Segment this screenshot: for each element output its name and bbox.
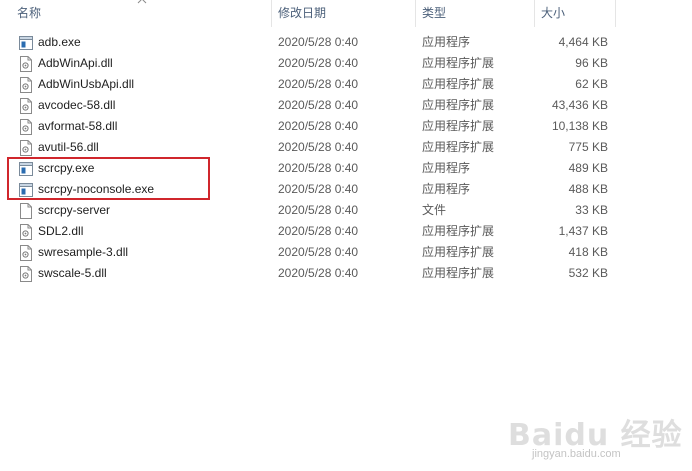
exe-icon: [19, 35, 33, 51]
file-type: 文件: [422, 203, 447, 217]
column-divider[interactable]: [415, 0, 416, 27]
file-type: 应用程序扩展: [422, 56, 495, 70]
file-date: 2020/5/28 0:40: [278, 182, 359, 196]
file-size: 43,436 KB: [551, 98, 608, 112]
file-size: 488 KB: [568, 182, 608, 196]
file-row[interactable]: avformat-58.dll 2020/5/28 0:40 应用程序扩展 10…: [0, 116, 692, 137]
file-size: 532 KB: [568, 266, 608, 280]
column-divider[interactable]: [534, 0, 535, 27]
file-date: 2020/5/28 0:40: [278, 245, 359, 259]
file-name: AdbWinUsbApi.dll: [38, 77, 135, 91]
file-size: 4,464 KB: [558, 35, 608, 49]
sort-ascending-icon[interactable]: [137, 0, 147, 5]
file-date: 2020/5/28 0:40: [278, 77, 359, 91]
file-row[interactable]: AdbWinApi.dll 2020/5/28 0:40 应用程序扩展 96 K…: [0, 53, 692, 74]
file-type: 应用程序: [422, 161, 471, 175]
file-date: 2020/5/28 0:40: [278, 35, 359, 49]
file-size: 33 KB: [575, 203, 608, 217]
file-date: 2020/5/28 0:40: [278, 266, 359, 280]
file-date: 2020/5/28 0:40: [278, 161, 359, 175]
file-row[interactable]: scrcpy-server 2020/5/28 0:40 文件 33 KB: [0, 200, 692, 221]
file-type: 应用程序扩展: [422, 98, 495, 112]
file-date: 2020/5/28 0:40: [278, 224, 359, 238]
file-type: 应用程序扩展: [422, 140, 495, 154]
file-type: 应用程序扩展: [422, 77, 495, 91]
file-size: 96 KB: [575, 56, 608, 70]
file-row[interactable]: AdbWinUsbApi.dll 2020/5/28 0:40 应用程序扩展 6…: [0, 74, 692, 95]
column-divider[interactable]: [271, 0, 272, 27]
file-row[interactable]: swresample-3.dll 2020/5/28 0:40 应用程序扩展 4…: [0, 242, 692, 263]
column-divider[interactable]: [615, 0, 616, 27]
column-header-size[interactable]: 大小: [541, 0, 565, 27]
file-size: 775 KB: [568, 140, 608, 154]
file-name: SDL2.dll: [38, 224, 84, 238]
file-size: 489 KB: [568, 161, 608, 175]
baidu-jingyan-watermark: Baidu 经验 jingyan.baidu.com: [508, 408, 688, 464]
file-type: 应用程序扩展: [422, 119, 495, 133]
dll-icon: [19, 77, 33, 93]
file-row[interactable]: avcodec-58.dll 2020/5/28 0:40 应用程序扩展 43,…: [0, 95, 692, 116]
dll-icon: [19, 245, 33, 261]
file-name: avcodec-58.dll: [38, 98, 116, 112]
file-date: 2020/5/28 0:40: [278, 98, 359, 112]
column-header-type[interactable]: 类型: [422, 0, 446, 27]
highlight-annotation-box: [7, 157, 210, 200]
dll-icon: [19, 266, 33, 282]
file-type: 应用程序: [422, 35, 471, 49]
file-row[interactable]: swscale-5.dll 2020/5/28 0:40 应用程序扩展 532 …: [0, 263, 692, 284]
file-name: scrcpy-server: [38, 203, 111, 217]
file-type: 应用程序: [422, 182, 471, 196]
file-date: 2020/5/28 0:40: [278, 119, 359, 133]
dll-icon: [19, 224, 33, 240]
file-type: 应用程序扩展: [422, 245, 495, 259]
column-header-date[interactable]: 修改日期: [278, 0, 326, 27]
file-size: 418 KB: [568, 245, 608, 259]
file-name: swscale-5.dll: [38, 266, 107, 280]
file-icon: [19, 203, 33, 219]
column-header-name[interactable]: 名称: [17, 0, 41, 27]
column-header-bar: 名称 修改日期 类型 大小: [0, 0, 692, 27]
file-size: 10,138 KB: [551, 119, 608, 133]
file-name: avformat-58.dll: [38, 119, 118, 133]
file-row[interactable]: avutil-56.dll 2020/5/28 0:40 应用程序扩展 775 …: [0, 137, 692, 158]
file-row[interactable]: adb.exe 2020/5/28 0:40 应用程序 4,464 KB: [0, 32, 692, 53]
file-type: 应用程序扩展: [422, 266, 495, 280]
file-size: 62 KB: [575, 77, 608, 91]
file-type: 应用程序扩展: [422, 224, 495, 238]
file-date: 2020/5/28 0:40: [278, 56, 359, 70]
file-name: swresample-3.dll: [38, 245, 129, 259]
file-name: avutil-56.dll: [38, 140, 99, 154]
file-row[interactable]: SDL2.dll 2020/5/28 0:40 应用程序扩展 1,437 KB: [0, 221, 692, 242]
file-name: AdbWinApi.dll: [38, 56, 113, 70]
file-date: 2020/5/28 0:40: [278, 140, 359, 154]
dll-icon: [19, 98, 33, 114]
watermark-url: jingyan.baidu.com: [532, 448, 621, 460]
dll-icon: [19, 119, 33, 135]
file-name: adb.exe: [38, 35, 81, 49]
file-date: 2020/5/28 0:40: [278, 203, 359, 217]
dll-icon: [19, 56, 33, 72]
file-size: 1,437 KB: [558, 224, 608, 238]
dll-icon: [19, 140, 33, 156]
